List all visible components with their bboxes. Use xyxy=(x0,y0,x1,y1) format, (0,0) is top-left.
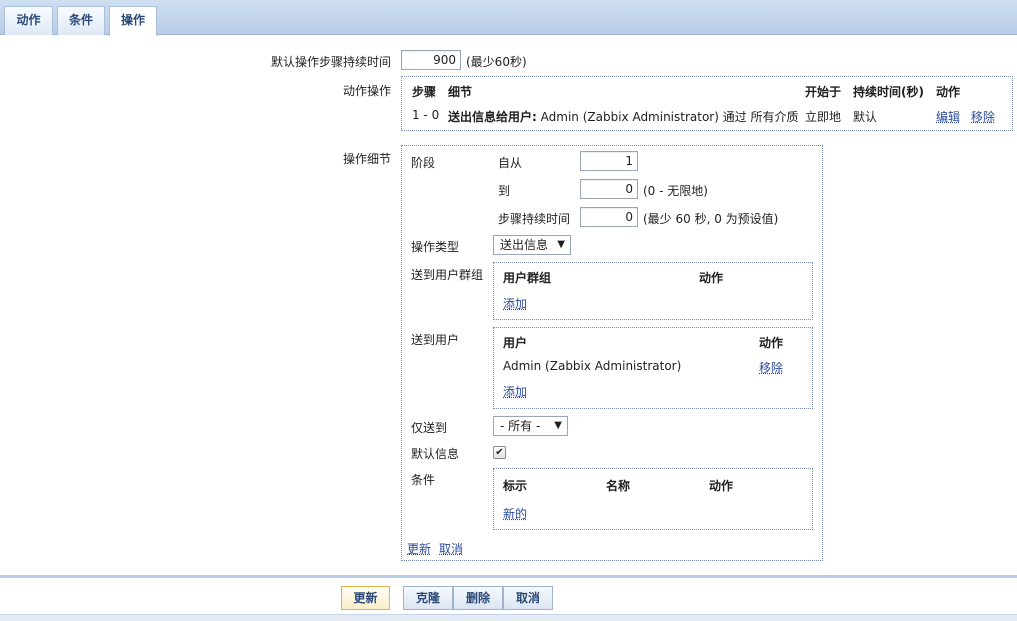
col-details: 细节 xyxy=(448,85,473,99)
dropdown-arrow-icon: ▼ xyxy=(554,420,562,431)
operation-remove-link[interactable]: 移除 xyxy=(971,108,995,125)
col-condition-action: 动作 xyxy=(709,479,734,493)
tab-conditions[interactable]: 条件 xyxy=(57,6,105,35)
operation-type-label: 操作类型 xyxy=(411,240,460,254)
step-from-label: 自从 xyxy=(498,156,523,170)
details-cancel-link[interactable]: 取消 xyxy=(439,540,463,557)
send-only-to-value: - 所有 - xyxy=(500,419,541,433)
conditions-label: 条件 xyxy=(411,473,436,487)
default-step-duration-input[interactable]: 900 xyxy=(401,50,461,70)
operation-details-type: 送出信息给用户: xyxy=(448,110,537,124)
user-groups-table: 用户群组 动作 添加 xyxy=(493,262,813,320)
col-step: 步骤 xyxy=(412,85,437,99)
default-message-label: 默认信息 xyxy=(411,447,460,461)
default-step-duration-hint: (最少60秒) xyxy=(466,55,527,69)
update-button[interactable]: 更新 xyxy=(341,586,390,610)
user-remove-link[interactable]: 移除 xyxy=(759,359,783,376)
operation-details: 送出信息给用户: Admin (Zabbix Administrator) 通过… xyxy=(448,108,799,125)
col-label: 标示 xyxy=(503,479,528,493)
operation-details-text: Admin (Zabbix Administrator) 通过 所有介质 xyxy=(540,110,799,124)
delete-button[interactable]: 删除 xyxy=(453,586,503,610)
operation-step: 1 - 0 xyxy=(412,108,440,122)
add-user-group-link[interactable]: 添加 xyxy=(503,295,527,312)
default-message-checkbox[interactable]: ✔ xyxy=(493,446,506,459)
step-duration-label: 步骤持续时间 xyxy=(498,212,571,226)
default-step-duration-label: 默认操作步骤持续时间 xyxy=(270,55,391,69)
col-action: 动作 xyxy=(936,85,961,99)
new-condition-link[interactable]: 新的 xyxy=(503,505,527,522)
action-operations-table: 步骤 细节 开始于 持续时间(秒) 动作 1 - 0 送出信息给用户: Admi… xyxy=(401,76,1013,131)
col-group-action: 动作 xyxy=(699,271,724,285)
conditions-table: 标示 名称 动作 新的 xyxy=(493,468,813,530)
tab-action[interactable]: 动作 xyxy=(4,6,53,35)
operation-details-box: 阶段 自从 1 到 0 (0 - 无限地) 步骤持续时间 0 (最少 60 秒,… xyxy=(401,145,823,561)
tab-bar: 动作 条件 操作 xyxy=(0,0,1017,36)
operation-type-select[interactable]: 送出信息 ▼ xyxy=(493,235,571,255)
operation-details-label: 操作细节 xyxy=(342,152,391,166)
send-only-to-label: 仅送到 xyxy=(411,421,448,435)
send-to-groups-label: 送到用户群组 xyxy=(411,268,484,282)
operation-edit-link[interactable]: 编辑 xyxy=(936,108,960,125)
step-duration-input[interactable]: 0 xyxy=(580,207,638,227)
step-label: 阶段 xyxy=(411,156,436,170)
col-duration: 持续时间(秒) xyxy=(853,85,924,99)
check-icon: ✔ xyxy=(495,447,504,458)
user-row-name: Admin (Zabbix Administrator) xyxy=(503,359,682,373)
footer-bar xyxy=(0,614,1017,621)
cancel-button[interactable]: 取消 xyxy=(503,586,553,610)
clone-button[interactable]: 克隆 xyxy=(403,586,453,610)
step-duration-hint: (最少 60 秒, 0 为预设值) xyxy=(643,212,779,226)
operation-start-in: 立即地 xyxy=(805,110,842,124)
send-only-to-select[interactable]: - 所有 - ▼ xyxy=(493,416,568,436)
col-name: 名称 xyxy=(606,479,631,493)
details-update-link[interactable]: 更新 xyxy=(407,540,431,557)
add-user-link[interactable]: 添加 xyxy=(503,383,527,400)
operation-type-value: 送出信息 xyxy=(500,238,549,252)
users-table: 用户 动作 Admin (Zabbix Administrator) 移除 添加 xyxy=(493,327,813,409)
action-operations-label: 动作操作 xyxy=(342,84,391,98)
col-user-group: 用户群组 xyxy=(503,271,552,285)
send-to-users-label: 送到用户 xyxy=(411,333,460,347)
col-user-action: 动作 xyxy=(759,336,784,350)
col-user: 用户 xyxy=(503,336,528,350)
dropdown-arrow-icon: ▼ xyxy=(557,239,565,250)
step-to-hint: (0 - 无限地) xyxy=(643,184,708,198)
step-to-label: 到 xyxy=(498,184,511,198)
col-start-in: 开始于 xyxy=(805,85,842,99)
step-from-input[interactable]: 1 xyxy=(580,151,638,171)
footer-divider xyxy=(0,575,1017,578)
operation-duration: 默认 xyxy=(853,110,878,124)
tab-operations[interactable]: 操作 xyxy=(109,6,157,36)
step-to-input[interactable]: 0 xyxy=(580,179,638,199)
